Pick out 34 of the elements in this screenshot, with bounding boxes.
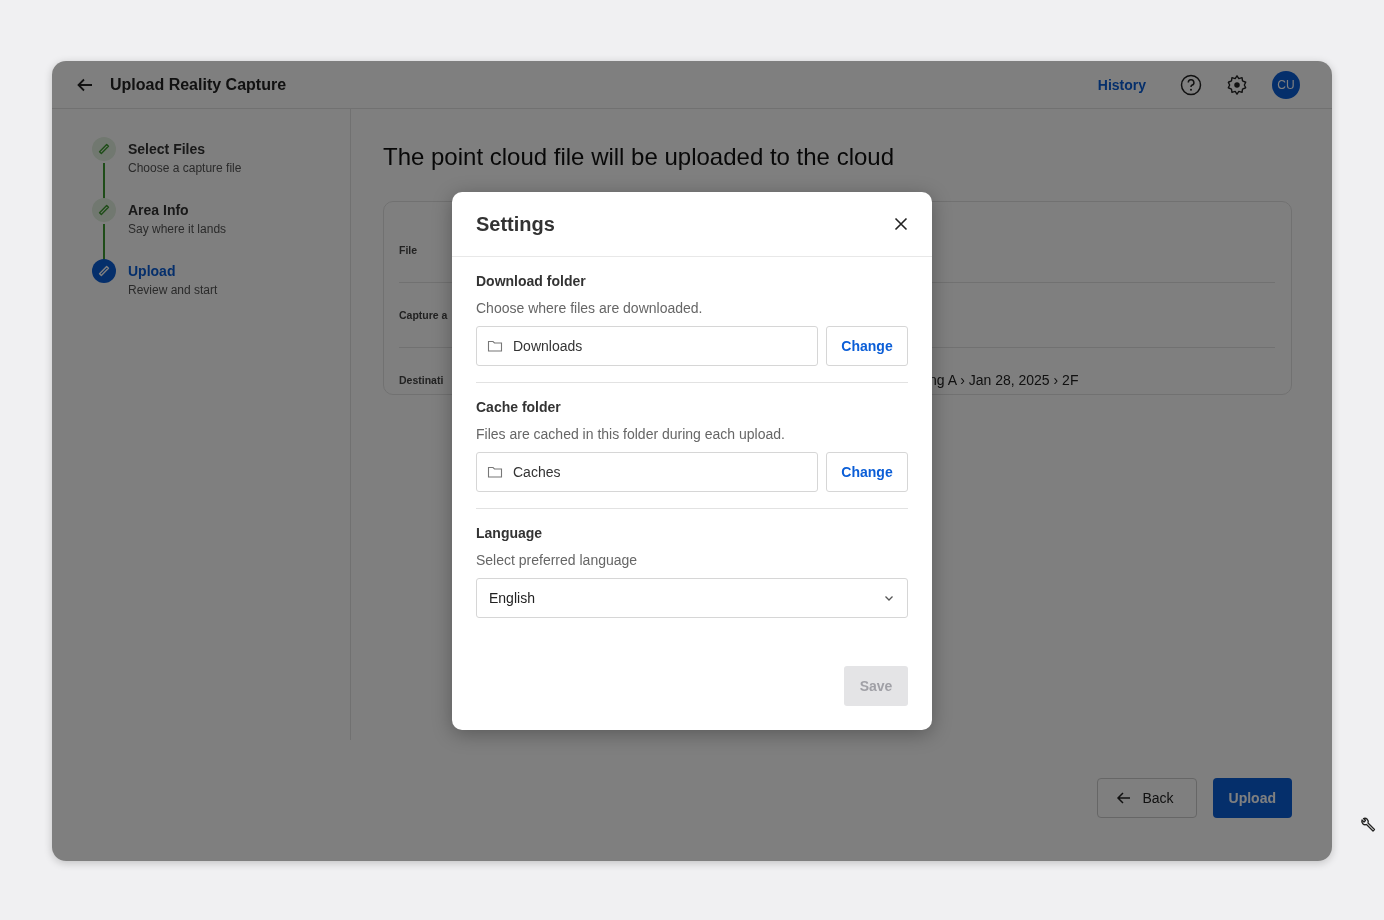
folder-icon <box>487 464 503 480</box>
wrench-icon[interactable] <box>1359 816 1377 834</box>
dialog-title: Settings <box>476 212 555 236</box>
section-description: Choose where files are downloaded. <box>476 300 704 316</box>
section-description: Select preferred language <box>476 552 639 568</box>
close-icon[interactable] <box>894 217 908 231</box>
folder-path-field[interactable]: Caches <box>476 452 818 492</box>
settings-icon[interactable] <box>1226 73 1248 96</box>
field-label: Capture a <box>399 309 448 321</box>
change-button[interactable]: Change <box>826 326 908 366</box>
language-dropdown[interactable]: English <box>476 578 908 618</box>
step-title[interactable]: Upload <box>128 263 218 279</box>
step-subtitle: Say where it lands <box>128 222 227 236</box>
history-link[interactable]: History <box>1097 76 1146 93</box>
user-avatar[interactable]: CU <box>1272 70 1300 99</box>
page-title: Upload Reality Capture <box>110 75 288 94</box>
folder-icon <box>487 338 503 354</box>
upload-button[interactable]: Upload <box>1212 778 1292 818</box>
arrow-left-icon <box>1116 790 1133 806</box>
step-subtitle: Review and start <box>128 283 218 297</box>
section-description: Files are cached in this folder during each upload. <box>476 426 786 442</box>
step-subtitle: Choose a capture file <box>128 161 242 175</box>
field-label: File <box>399 244 418 256</box>
help-icon[interactable] <box>1180 73 1202 96</box>
change-button[interactable]: Change <box>826 452 908 492</box>
field-label: Destinati <box>399 374 444 386</box>
step-title[interactable]: Area Info <box>128 202 227 218</box>
section-title: Download folder <box>476 273 587 289</box>
section-title: Cache folder <box>476 399 562 415</box>
page-heading: The point cloud file will be uploaded to the cloud <box>383 143 895 171</box>
section-title: Language <box>476 525 544 541</box>
folder-path-field[interactable]: Downloads <box>476 326 818 366</box>
step-title[interactable]: Select Files <box>128 141 242 157</box>
back-button[interactable]: Back <box>1097 778 1197 818</box>
